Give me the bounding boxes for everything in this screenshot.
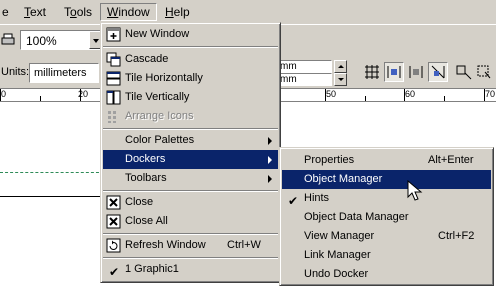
menu-item-object-data-manager[interactable]: Object Data Manager [282,208,491,227]
dynamic-guides-icon [431,65,445,79]
print-icon[interactable] [0,32,16,48]
ruler-tick [0,89,1,101]
menu-item-graphic1[interactable]: ✔ 1 Graphic1 [103,260,278,279]
ruler-label: 70 [485,89,496,99]
menu-item-color-palettes[interactable]: Color Palettes [103,131,278,150]
menu-item-arrange-icons: Arrange Icons [103,107,278,126]
ruler-tick [80,89,81,101]
grid-icon [365,65,379,79]
pick-icon [477,65,491,79]
menu-item-hints[interactable]: ✔ Hints [282,189,491,208]
size-field-width[interactable]: mm [276,60,332,73]
tile-horizontal-icon [106,71,121,86]
pick-button[interactable] [474,62,494,82]
menu-text[interactable]: Text [18,3,52,21]
cascade-icon [106,52,121,67]
new-window-icon [106,27,121,42]
transform-button[interactable] [454,62,474,82]
guideline [0,172,104,173]
close-all-icon [106,214,121,229]
check-icon: ✔ [109,265,120,279]
menu-separator [103,128,278,130]
menu-item-new-window[interactable]: New Window [103,25,278,44]
menu-item-view-manager[interactable]: View Manager Ctrl+F2 [282,227,491,246]
spin-up-button[interactable] [334,60,347,73]
transform-icon [456,65,472,80]
ruler-tick [325,89,326,101]
menu-item-tile-vertically[interactable]: Tile Vertically [103,88,278,107]
submenu-arrow-icon [268,137,272,145]
menu-item-link-manager[interactable]: Link Manager [282,246,491,265]
menu-separator [103,257,278,259]
snap-objects-button[interactable] [406,62,426,82]
ruler-tick [365,96,366,101]
ruler-tick [404,89,405,101]
submenu-arrow-icon [268,156,272,164]
units-select[interactable]: millimeters [29,63,99,83]
menu-item-close[interactable]: Close [103,193,278,212]
menu-item-undo-docker[interactable]: Undo Docker [282,265,491,284]
tile-vertical-icon [106,90,121,105]
menu-window[interactable]: Window [100,3,157,21]
submenu-arrow-icon [268,175,272,183]
ruler-label: 50 [326,89,337,99]
page-border [0,196,104,197]
guidelines-icon [387,66,401,78]
menu-tools[interactable]: Tools [58,3,98,21]
zoom-combobox[interactable]: 100% [20,30,104,50]
ruler-tick [444,96,445,101]
ruler-tick [484,89,485,101]
menu-item-cascade[interactable]: Cascade [103,50,278,69]
ruler-label: 0 [1,89,7,99]
close-icon [106,195,121,210]
ruler-tick [40,96,41,101]
snap-grid-button[interactable] [362,62,382,82]
snap-guidelines-button[interactable] [384,62,404,82]
window-menu: New Window Cascade Tile Horizontally Til… [100,22,281,283]
menu-item-refresh-window[interactable]: Refresh Window Ctrl+W [103,236,278,255]
menubar: e Text Tools Window Help [0,0,496,24]
zoom-value: 100% [26,34,57,48]
menu-item-object-manager[interactable]: Object Manager [282,170,491,189]
menu-edit[interactable]: e [0,3,15,21]
menu-separator [103,190,278,192]
menu-item-tile-horizontally[interactable]: Tile Horizontally [103,69,278,88]
dynamic-guides-button[interactable] [428,62,448,82]
arrange-icons-icon [108,111,116,123]
menu-item-toolbars[interactable]: Toolbars [103,169,278,188]
size-field-height[interactable]: mm [276,73,332,86]
menu-item-properties[interactable]: Properties Alt+Enter [282,151,491,170]
snap-objects-icon [409,66,423,78]
menu-help[interactable]: Help [159,3,196,21]
refresh-icon [106,238,121,253]
menu-item-close-all[interactable]: Close All [103,212,278,231]
spin-down-button[interactable] [334,73,347,86]
units-label: Units: [1,66,30,78]
dockers-submenu: Properties Alt+Enter Object Manager ✔ Hi… [279,147,494,286]
menu-separator [103,233,278,235]
mouse-cursor-icon [407,180,423,201]
menu-separator [103,46,278,48]
menu-item-dockers[interactable]: Dockers [103,150,278,169]
ruler-label: 60 [405,89,416,99]
